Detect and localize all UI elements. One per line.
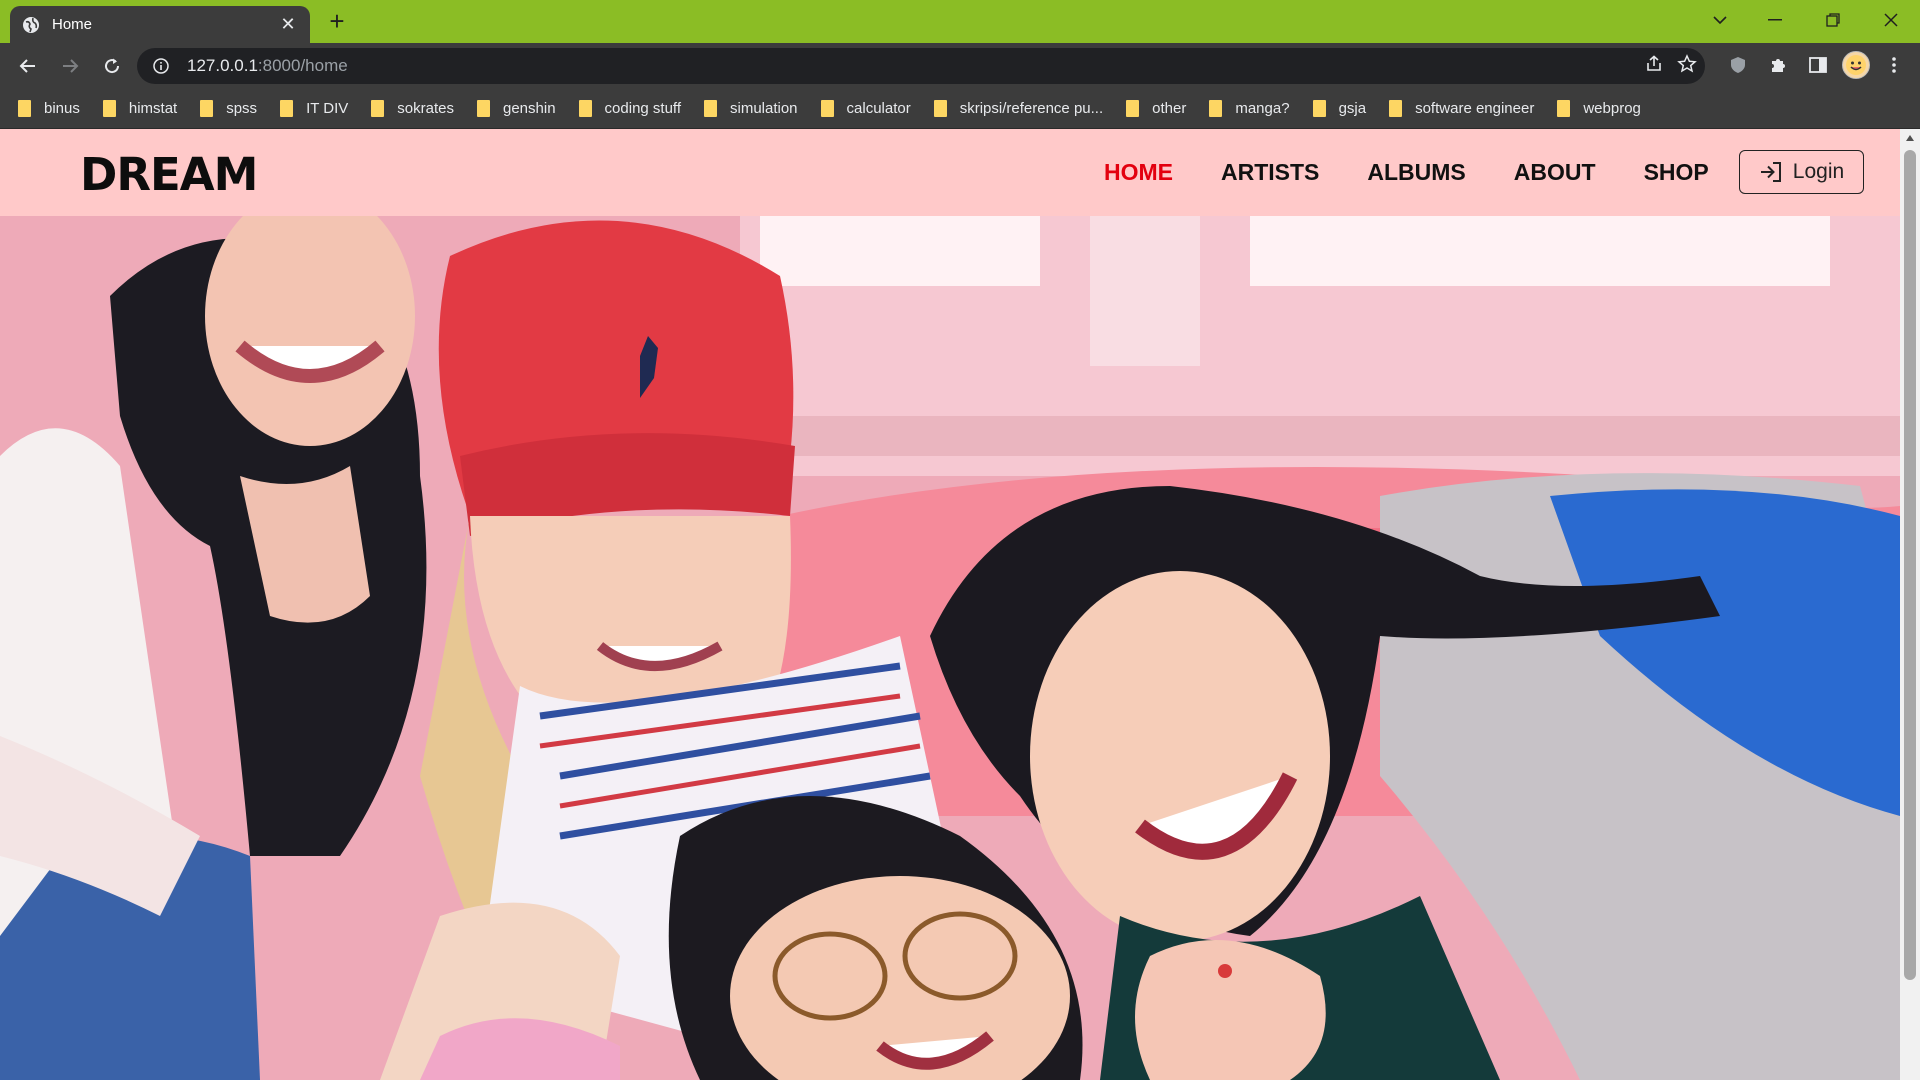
logo-text: DREAM xyxy=(80,148,258,201)
bookmark-label: coding stuff xyxy=(604,99,681,117)
site-logo[interactable]: DREAM xyxy=(80,152,258,197)
bookmark-folder[interactable]: simulation xyxy=(704,94,798,122)
close-tab-icon[interactable]: ✕ xyxy=(278,14,298,35)
page-viewport: DREAM HOME ARTISTS ALBUMS ABOUT SHOP Login xyxy=(0,129,1920,1080)
shield-extension-icon[interactable] xyxy=(1722,49,1754,81)
side-panel-icon[interactable] xyxy=(1802,49,1834,81)
site-info-icon[interactable] xyxy=(143,58,179,74)
reload-icon xyxy=(105,58,120,73)
folder-icon xyxy=(477,99,490,117)
bookmark-label: gsja xyxy=(1338,99,1367,117)
bookmark-folder[interactable]: manga? xyxy=(1209,94,1290,122)
chevron-down-icon xyxy=(1713,16,1727,25)
share-icon[interactable] xyxy=(1645,54,1663,78)
folder-icon xyxy=(1126,99,1140,117)
browser-menu-icon[interactable] xyxy=(1878,49,1910,81)
bookmark-folder[interactable]: skripsi/reference pu... xyxy=(933,94,1104,122)
folder-icon xyxy=(102,99,116,117)
folder-icon xyxy=(704,99,717,117)
browser-tab[interactable]: Home ✕ xyxy=(10,6,310,43)
globe-icon xyxy=(22,16,40,34)
login-label: Login xyxy=(1792,160,1845,183)
login-button[interactable]: Login xyxy=(1739,150,1864,194)
folder-icon xyxy=(1209,99,1223,117)
bookmark-label: spss xyxy=(226,99,258,117)
bookmark-folder[interactable]: gsja xyxy=(1312,94,1367,122)
tab-title: Home xyxy=(52,16,93,33)
folder-icon xyxy=(578,99,592,117)
folder-icon xyxy=(933,99,947,117)
bookmark-folder[interactable]: IT DIV xyxy=(280,94,348,122)
address-bar[interactable]: 127.0.0.1:8000/home xyxy=(137,48,1705,84)
window-controls xyxy=(1746,0,1920,40)
scroll-up-icon[interactable] xyxy=(1900,129,1920,146)
login-icon xyxy=(1760,162,1781,182)
bookmark-label: sokrates xyxy=(397,99,454,117)
restore-button[interactable] xyxy=(1804,0,1862,40)
bookmark-folder[interactable]: sokrates xyxy=(371,94,454,122)
extensions-puzzle-icon[interactable] xyxy=(1762,49,1794,81)
bookmark-label: webprog xyxy=(1583,99,1641,117)
browser-toolbar: 127.0.0.1:8000/home xyxy=(0,43,1920,88)
bookmark-label: binus xyxy=(44,99,80,117)
bookmark-folder[interactable]: other xyxy=(1126,94,1186,122)
nav-link-home[interactable]: HOME xyxy=(1104,159,1173,186)
close-window-button[interactable] xyxy=(1862,0,1920,40)
bookmark-label: software engineer xyxy=(1415,99,1535,117)
bookmark-label: genshin xyxy=(503,99,556,117)
bookmark-label: other xyxy=(1152,99,1187,117)
folder-icon xyxy=(820,99,834,117)
page-scrollbar[interactable] xyxy=(1900,129,1920,1080)
bookmark-folder[interactable]: webprog xyxy=(1557,94,1641,122)
url-host: 127.0.0.1 xyxy=(187,56,258,75)
bookmark-folder[interactable]: genshin xyxy=(477,94,556,122)
folder-icon xyxy=(1389,99,1403,117)
bookmark-label: skripsi/reference pu... xyxy=(959,99,1104,117)
bookmark-label: himstat xyxy=(128,99,178,117)
url-path: :8000/home xyxy=(257,56,348,75)
profile-avatar[interactable] xyxy=(1842,51,1870,79)
tab-search-button[interactable] xyxy=(1700,6,1740,34)
bookmark-folder[interactable]: himstat xyxy=(102,94,178,122)
bookmark-label: simulation xyxy=(730,99,798,117)
nav-link-albums[interactable]: ALBUMS xyxy=(1367,159,1465,186)
nav-link-artists[interactable]: ARTISTS xyxy=(1221,159,1319,186)
back-arrow-icon xyxy=(19,58,35,73)
folder-icon xyxy=(1557,99,1571,117)
bookmark-label: manga? xyxy=(1235,99,1290,117)
bookmark-folder[interactable]: spss xyxy=(200,94,257,122)
reload-button[interactable] xyxy=(92,46,132,86)
new-tab-button[interactable]: + xyxy=(323,6,351,36)
nav-link-about[interactable]: ABOUT xyxy=(1514,159,1596,186)
bookmarks-bar: binus himstat spss IT DIV sokrates genshin cod… xyxy=(0,88,1920,129)
bookmark-label: IT DIV xyxy=(306,99,349,117)
scrollbar-thumb[interactable] xyxy=(1904,150,1916,980)
folder-icon xyxy=(200,99,214,117)
folder-icon xyxy=(280,99,294,117)
hero-image xyxy=(0,216,1900,1080)
folder-icon xyxy=(18,99,31,117)
bookmark-folder[interactable]: coding stuff xyxy=(578,94,681,122)
site-header: DREAM HOME ARTISTS ALBUMS ABOUT SHOP Login xyxy=(0,129,1900,216)
nav-link-shop[interactable]: SHOP xyxy=(1644,159,1709,186)
forward-button[interactable] xyxy=(50,46,90,86)
bookmark-label: calculator xyxy=(846,99,911,117)
main-nav: HOME ARTISTS ALBUMS ABOUT SHOP xyxy=(1104,129,1757,216)
tab-strip: Home ✕ + xyxy=(0,0,1920,43)
folder-icon xyxy=(371,99,385,117)
bookmark-folder[interactable]: calculator xyxy=(820,94,911,122)
folder-icon xyxy=(1312,99,1326,117)
bookmark-star-icon[interactable] xyxy=(1677,53,1697,79)
minimize-button[interactable] xyxy=(1746,0,1804,40)
back-button[interactable] xyxy=(8,46,48,86)
hero-photo xyxy=(0,216,1900,1080)
bookmark-folder[interactable]: binus xyxy=(18,94,80,122)
forward-arrow-icon xyxy=(63,58,79,73)
bookmark-folder[interactable]: software engineer xyxy=(1389,94,1534,122)
